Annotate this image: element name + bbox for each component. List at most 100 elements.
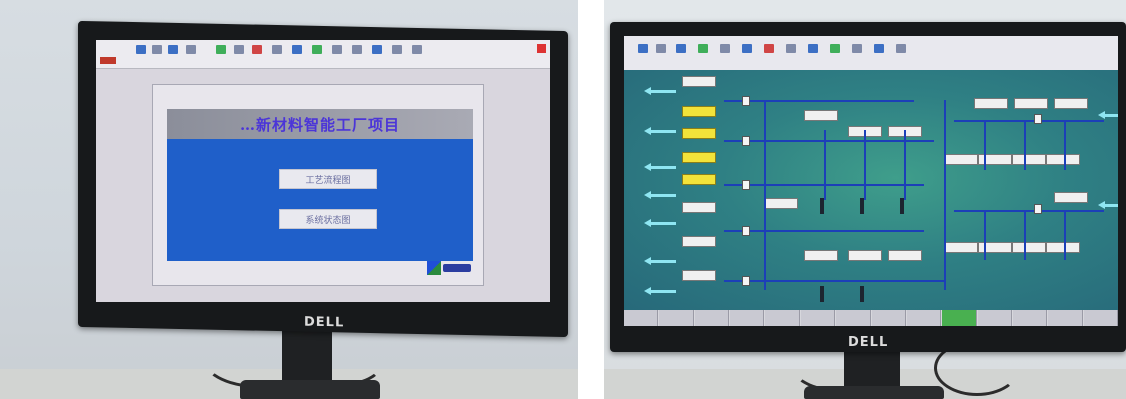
nav-tab[interactable] [694, 310, 730, 326]
valve-icon[interactable] [1034, 114, 1042, 124]
toolbar-icon[interactable] [786, 44, 796, 53]
value-tag[interactable] [1054, 98, 1088, 109]
flow-arrow-icon [1098, 201, 1118, 209]
nav-tab[interactable] [730, 310, 765, 326]
toolbar-icon[interactable] [152, 45, 162, 54]
toolbar-icon[interactable] [698, 44, 708, 53]
value-tag[interactable] [944, 242, 978, 253]
nav-tab[interactable] [659, 310, 694, 326]
nav-tab[interactable] [906, 310, 942, 326]
value-tag[interactable] [682, 236, 716, 247]
pipe [764, 100, 766, 290]
valve-icon[interactable] [742, 276, 750, 286]
hmi-title-bar: …新材料智能工厂项目 [167, 109, 473, 139]
tank-icon[interactable] [860, 198, 864, 214]
toolbar-icon[interactable] [352, 45, 362, 54]
nav-tab[interactable] [836, 310, 871, 326]
process-flow-button[interactable]: 工艺流程图 [279, 169, 377, 189]
nav-tab[interactable] [800, 310, 836, 326]
process-flow-diagram [624, 70, 1118, 310]
pipe [824, 130, 826, 200]
toolbar-icon[interactable] [312, 45, 322, 54]
sensor-tag[interactable] [682, 106, 716, 117]
pipe [1064, 210, 1066, 260]
value-tag[interactable] [764, 198, 798, 209]
value-tag[interactable] [1046, 242, 1080, 253]
toolbar-icon[interactable] [168, 45, 178, 54]
nav-tab[interactable] [1083, 310, 1118, 326]
close-icon[interactable] [537, 44, 546, 53]
sensor-tag[interactable] [682, 128, 716, 139]
value-tag[interactable] [804, 110, 838, 121]
toolbar-icon[interactable] [216, 45, 226, 54]
toolbar-icon[interactable] [852, 44, 862, 53]
value-tag[interactable] [974, 98, 1008, 109]
sensor-tag[interactable] [682, 152, 716, 163]
toolbar-icon[interactable] [638, 44, 648, 53]
tank-icon[interactable] [860, 286, 864, 302]
value-tag[interactable] [944, 154, 978, 165]
flow-arrow-icon [644, 87, 676, 95]
valve-icon[interactable] [742, 96, 750, 106]
value-tag[interactable] [804, 250, 838, 261]
value-tag[interactable] [682, 202, 716, 213]
value-tag[interactable] [682, 270, 716, 281]
toolbar-icon[interactable] [764, 44, 774, 53]
valve-icon[interactable] [1034, 204, 1042, 214]
value-tag[interactable] [1054, 192, 1088, 203]
monitor-stand-base [240, 380, 380, 399]
pipe [1024, 120, 1026, 170]
toolbar-icon[interactable] [742, 44, 752, 53]
toolbar-icon[interactable] [332, 45, 342, 54]
nav-tab-active[interactable] [942, 310, 977, 326]
toolbar-icon[interactable] [412, 45, 422, 54]
value-tag[interactable] [682, 76, 716, 87]
flow-arrow-icon [1098, 111, 1118, 119]
valve-icon[interactable] [742, 226, 750, 236]
valve-icon[interactable] [742, 136, 750, 146]
system-status-button[interactable]: 系统状态图 [279, 209, 377, 229]
value-tag[interactable] [888, 250, 922, 261]
toolbar-icon[interactable] [136, 45, 146, 54]
pipe [724, 230, 924, 232]
tank-icon[interactable] [820, 286, 824, 302]
pipe [724, 140, 934, 142]
flow-arrow-icon [644, 257, 676, 265]
nav-tab[interactable] [624, 310, 659, 326]
toolbar-icon[interactable] [656, 44, 666, 53]
toolbar-icon[interactable] [252, 45, 262, 54]
value-tag[interactable] [1046, 154, 1080, 165]
value-tag[interactable] [1012, 242, 1046, 253]
nav-tab[interactable] [977, 310, 1012, 326]
toolbar-icon[interactable] [896, 44, 906, 53]
toolbar-icon[interactable] [372, 45, 382, 54]
tank-icon[interactable] [900, 198, 904, 214]
toolbar-icon[interactable] [830, 44, 840, 53]
toolbar-icon[interactable] [808, 44, 818, 53]
toolbar-icon[interactable] [272, 45, 282, 54]
photo-monitor-process: DELL [604, 0, 1126, 399]
nav-tab[interactable] [871, 310, 906, 326]
toolbar-icon[interactable] [874, 44, 884, 53]
pipe [724, 280, 944, 282]
pipe [944, 100, 946, 290]
logo-wordmark [443, 264, 471, 272]
tank-icon[interactable] [820, 198, 824, 214]
valve-icon[interactable] [742, 180, 750, 190]
toolbar-icon[interactable] [292, 45, 302, 54]
toolbar-icon[interactable] [186, 45, 196, 54]
toolbar-icon[interactable] [234, 45, 244, 54]
flow-arrow-icon [644, 191, 676, 199]
sensor-tag[interactable] [682, 174, 716, 185]
nav-tab[interactable] [1048, 310, 1083, 326]
value-tag[interactable] [1014, 98, 1048, 109]
menu-tab[interactable] [100, 57, 116, 64]
nav-tab[interactable] [765, 310, 800, 326]
toolbar-icon[interactable] [720, 44, 730, 53]
toolbar-icon[interactable] [392, 45, 402, 54]
value-tag[interactable] [1012, 154, 1046, 165]
value-tag[interactable] [848, 250, 882, 261]
nav-tab[interactable] [1012, 310, 1048, 326]
pipe [724, 100, 914, 102]
toolbar-icon[interactable] [676, 44, 686, 53]
